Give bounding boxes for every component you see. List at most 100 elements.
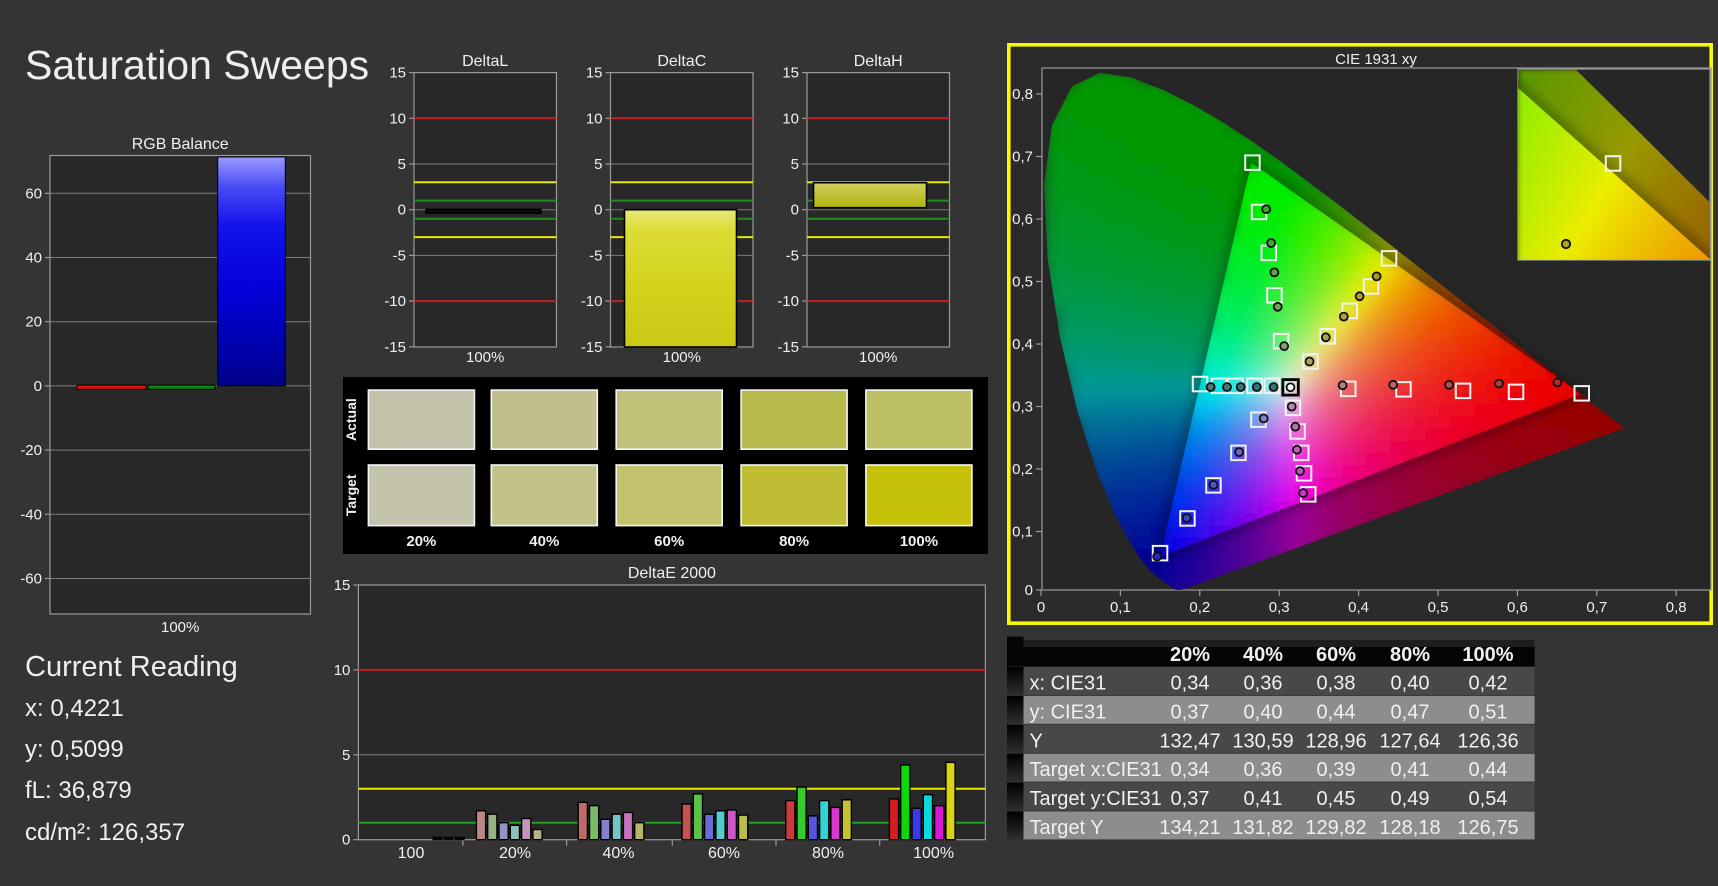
svg-text:0,2: 0,2 <box>1012 461 1033 478</box>
svg-text:60%: 60% <box>708 845 740 862</box>
svg-text:40%: 40% <box>529 533 559 550</box>
svg-text:0,34: 0,34 <box>1171 673 1210 695</box>
svg-text:10: 10 <box>389 110 406 127</box>
svg-text:-20: -20 <box>20 442 42 459</box>
svg-text:0,36: 0,36 <box>1244 759 1283 781</box>
svg-text:Target x:CIE31: Target x:CIE31 <box>1030 759 1162 781</box>
svg-text:60: 60 <box>25 185 42 202</box>
svg-text:100%: 100% <box>161 619 199 636</box>
svg-text:x: CIE31: x: CIE31 <box>1030 673 1107 695</box>
svg-text:0,6: 0,6 <box>1012 211 1033 228</box>
svg-text:100%: 100% <box>913 845 954 862</box>
svg-text:0,5: 0,5 <box>1012 274 1033 291</box>
svg-text:0,38: 0,38 <box>1317 673 1356 695</box>
svg-text:100: 100 <box>398 845 425 862</box>
svg-text:100%: 100% <box>900 533 938 550</box>
svg-text:20%: 20% <box>499 845 531 862</box>
svg-text:0,40: 0,40 <box>1391 673 1430 695</box>
svg-text:15: 15 <box>389 65 406 82</box>
svg-text:0: 0 <box>1025 582 1033 599</box>
svg-text:129,82: 129,82 <box>1305 817 1366 839</box>
svg-text:RGB Balance: RGB Balance <box>132 136 229 153</box>
svg-text:0,42: 0,42 <box>1469 673 1508 695</box>
svg-text:x: 0,4221: x: 0,4221 <box>25 695 124 722</box>
svg-text:0: 0 <box>791 202 799 219</box>
svg-text:0,37: 0,37 <box>1171 701 1210 723</box>
svg-text:0: 0 <box>34 378 42 395</box>
svg-text:20: 20 <box>25 314 42 331</box>
svg-text:CIE 1931 xy: CIE 1931 xy <box>1335 51 1417 68</box>
svg-text:0,44: 0,44 <box>1469 759 1508 781</box>
svg-text:Actual: Actual <box>343 398 359 441</box>
svg-text:0: 0 <box>1037 599 1045 616</box>
svg-text:0,6: 0,6 <box>1507 599 1528 616</box>
svg-text:0,8: 0,8 <box>1012 86 1033 103</box>
svg-text:Current Reading: Current Reading <box>25 651 238 683</box>
svg-text:-10: -10 <box>777 293 799 310</box>
svg-text:15: 15 <box>586 65 603 82</box>
svg-text:80%: 80% <box>779 533 809 550</box>
svg-text:-40: -40 <box>20 506 42 523</box>
svg-text:0,34: 0,34 <box>1171 759 1210 781</box>
svg-text:0,47: 0,47 <box>1391 701 1430 723</box>
svg-text:15: 15 <box>334 577 351 594</box>
svg-text:-15: -15 <box>384 339 406 356</box>
svg-text:0,39: 0,39 <box>1317 759 1356 781</box>
svg-text:-5: -5 <box>393 247 406 264</box>
svg-text:40%: 40% <box>602 845 634 862</box>
svg-text:128,96: 128,96 <box>1305 730 1366 752</box>
svg-text:100%: 100% <box>663 349 701 366</box>
svg-text:-5: -5 <box>786 247 799 264</box>
svg-text:0: 0 <box>594 202 602 219</box>
svg-text:20%: 20% <box>1170 644 1210 666</box>
svg-text:15: 15 <box>782 65 799 82</box>
svg-text:Saturation Sweeps: Saturation Sweeps <box>25 42 369 88</box>
svg-text:Y: Y <box>1030 730 1043 752</box>
svg-text:10: 10 <box>586 110 603 127</box>
svg-text:80%: 80% <box>1390 644 1430 666</box>
svg-text:0,8: 0,8 <box>1666 599 1687 616</box>
svg-text:60%: 60% <box>654 533 684 550</box>
svg-text:cd/m²: 126,357: cd/m²: 126,357 <box>25 819 185 846</box>
svg-text:Target Y: Target Y <box>1030 817 1104 839</box>
svg-text:Target y:CIE31: Target y:CIE31 <box>1030 788 1162 810</box>
svg-text:0,37: 0,37 <box>1171 788 1210 810</box>
svg-text:100%: 100% <box>1462 644 1513 666</box>
svg-text:10: 10 <box>334 662 351 679</box>
svg-text:-10: -10 <box>384 293 406 310</box>
svg-text:fL: 36,879: fL: 36,879 <box>25 777 132 804</box>
svg-text:0,1: 0,1 <box>1012 524 1033 541</box>
svg-text:60%: 60% <box>1316 644 1356 666</box>
svg-text:0,7: 0,7 <box>1586 599 1607 616</box>
svg-text:0,1: 0,1 <box>1110 599 1131 616</box>
svg-text:-60: -60 <box>20 571 42 588</box>
svg-text:0,51: 0,51 <box>1469 701 1508 723</box>
svg-text:Target: Target <box>343 474 359 516</box>
svg-text:DeltaC: DeltaC <box>657 53 706 70</box>
svg-text:0,40: 0,40 <box>1244 701 1283 723</box>
svg-text:0,3: 0,3 <box>1012 399 1033 416</box>
svg-text:100%: 100% <box>859 349 897 366</box>
svg-text:5: 5 <box>342 747 350 764</box>
svg-text:DeltaE 2000: DeltaE 2000 <box>628 565 716 582</box>
svg-text:80%: 80% <box>812 845 844 862</box>
svg-text:127,64: 127,64 <box>1379 730 1440 752</box>
svg-text:0,54: 0,54 <box>1469 788 1508 810</box>
svg-text:130,59: 130,59 <box>1232 730 1293 752</box>
svg-text:0: 0 <box>398 202 406 219</box>
svg-text:0: 0 <box>342 832 350 849</box>
svg-text:0,41: 0,41 <box>1391 759 1430 781</box>
svg-text:DeltaH: DeltaH <box>854 53 903 70</box>
svg-text:20%: 20% <box>406 533 436 550</box>
svg-text:-15: -15 <box>777 339 799 356</box>
svg-text:5: 5 <box>791 156 799 173</box>
svg-text:40: 40 <box>25 250 42 267</box>
svg-text:0,4: 0,4 <box>1012 336 1033 353</box>
svg-text:5: 5 <box>398 156 406 173</box>
svg-text:-5: -5 <box>589 247 602 264</box>
svg-text:10: 10 <box>782 110 799 127</box>
svg-text:0,45: 0,45 <box>1317 788 1356 810</box>
svg-text:100%: 100% <box>466 349 504 366</box>
svg-text:132,47: 132,47 <box>1159 730 1220 752</box>
svg-text:-15: -15 <box>581 339 603 356</box>
